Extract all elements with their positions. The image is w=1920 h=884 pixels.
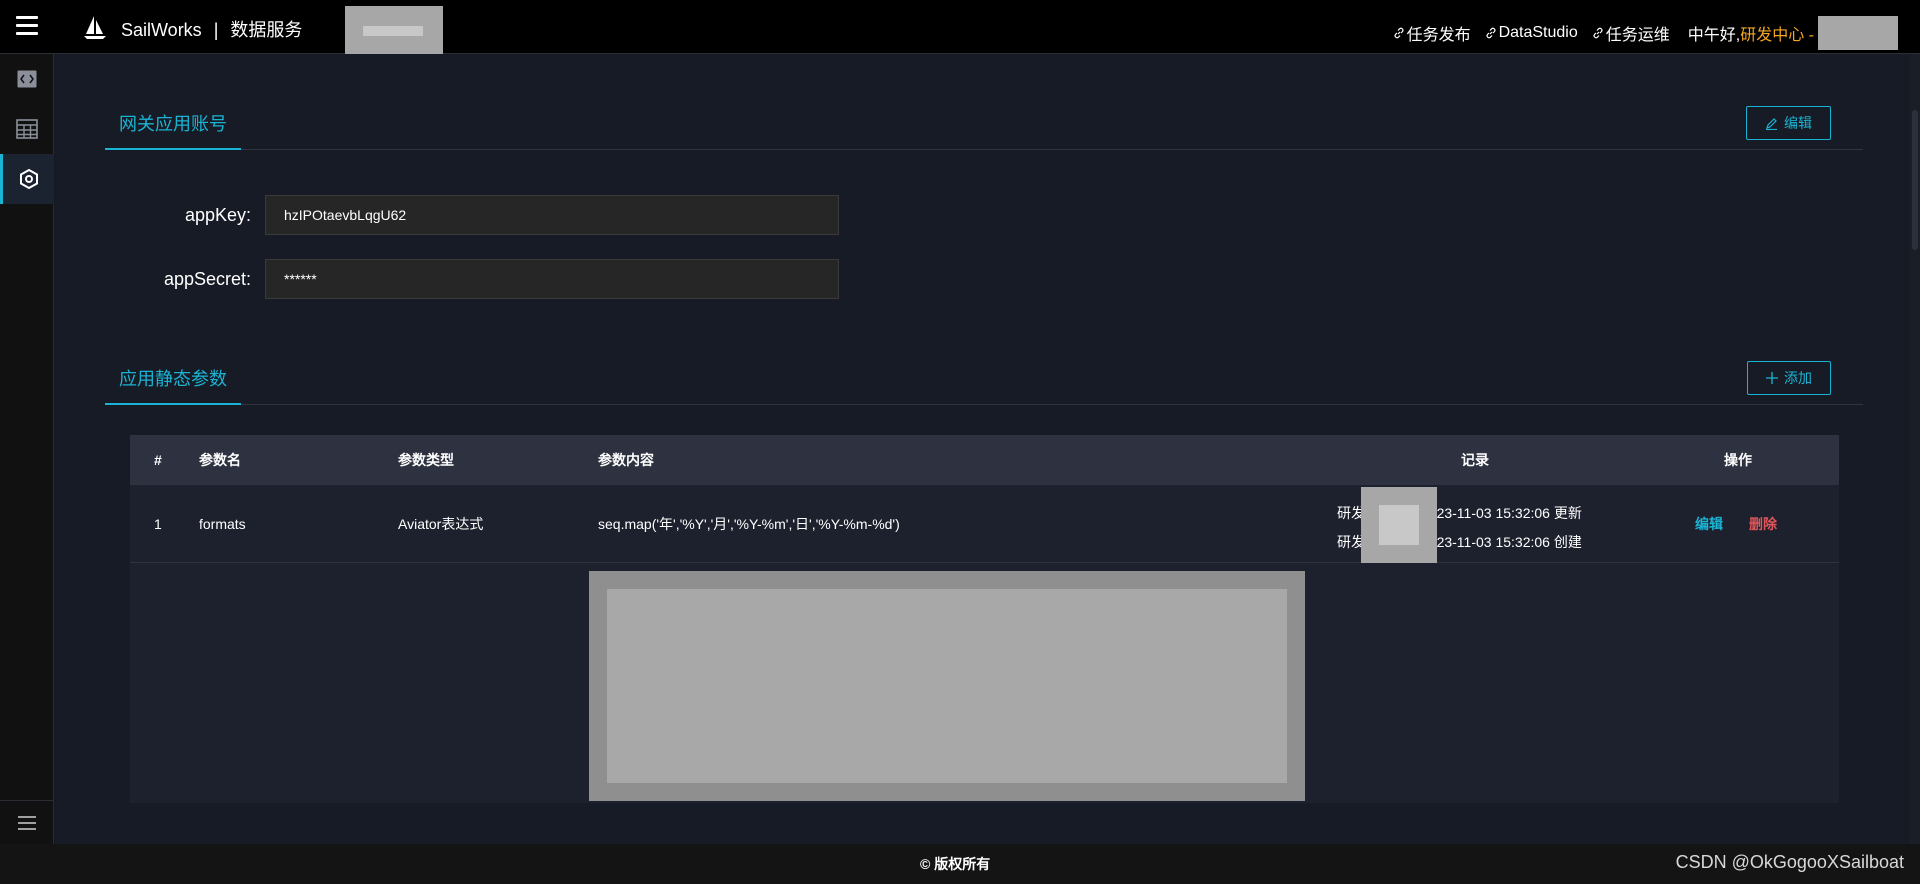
sidebar-collapse-button[interactable]: [0, 800, 54, 844]
top-bar: SailWorks | 数据服务 任务发布 DataStudio 任务运维 中午好,…: [0, 0, 1920, 54]
nav-link-task-ops[interactable]: 任务运维: [1592, 21, 1670, 45]
row-param-content: seq.map('年','%Y','月','%Y-%m','日','%Y-%m-…: [598, 515, 900, 532]
edit-button-label: 编辑: [1784, 115, 1812, 131]
sidebar-item-api[interactable]: [0, 54, 54, 104]
copyright-text: © 版权所有: [920, 856, 991, 872]
table-row: 1 formats Aviator表达式 seq.map('年','%Y','月…: [130, 485, 1839, 563]
brand-separator: |: [213, 20, 219, 40]
sailboat-logo-icon: [84, 16, 106, 39]
row-index: 1: [154, 515, 162, 532]
row-param-name: formats: [199, 515, 246, 532]
plus-icon: [1766, 372, 1778, 384]
link-icon: [1593, 27, 1603, 39]
link-icon: [1486, 27, 1496, 39]
nav-link-datastudio[interactable]: DataStudio: [1485, 24, 1578, 42]
scrollbar-thumb[interactable]: [1912, 110, 1918, 250]
brand-name: SailWorks: [121, 20, 202, 40]
record-updated: 2023-11-03 15:32:06 更新: [1421, 505, 1582, 521]
table-header: # 参数名 参数类型 参数内容 记录 操作: [130, 435, 1839, 485]
nav-link-label: 任务发布: [1406, 27, 1471, 44]
user-department[interactable]: 研发中心 -: [1740, 21, 1814, 45]
top-nav: 任务发布 DataStudio 任务运维 中午好, 研发中心 -: [1393, 16, 1898, 50]
link-icon: [1394, 27, 1404, 39]
app-key-label: appKey:: [184, 204, 251, 225]
sidebar-item-tables[interactable]: [0, 104, 54, 154]
app-key-row: appKey: hzIPOtaevbLqgU62: [105, 195, 905, 235]
edit-icon: [1766, 117, 1777, 130]
redacted-block: [589, 571, 1305, 801]
sidebar: [0, 54, 54, 844]
column-header-actions: 操作: [1724, 452, 1752, 468]
column-header-index: #: [154, 452, 162, 468]
settings-hexagon-icon: [19, 168, 38, 190]
params-section-title[interactable]: 应用静态参数: [105, 361, 241, 405]
column-header-name: 参数名: [199, 452, 241, 468]
add-param-button[interactable]: 添加: [1747, 361, 1831, 395]
row-edit-link[interactable]: 编辑: [1695, 516, 1723, 532]
menu-icon: [18, 815, 36, 830]
app-secret-row: appSecret: ******: [105, 259, 905, 299]
gateway-section-title[interactable]: 网关应用账号: [105, 106, 241, 150]
code-icon: [17, 70, 37, 88]
app-secret-field[interactable]: ******: [265, 259, 839, 299]
brand-title: SailWorks | 数据服务: [121, 16, 302, 42]
app-secret-label: appSecret:: [163, 268, 251, 289]
params-section-header: 应用静态参数 添加: [105, 361, 1863, 405]
service-name: 数据服务: [230, 20, 303, 40]
app-key-field[interactable]: hzIPOtaevbLqgU62: [265, 195, 839, 235]
gateway-edit-button[interactable]: 编辑: [1746, 106, 1831, 140]
menu-icon[interactable]: [16, 16, 38, 35]
nav-link-label: 任务运维: [1605, 27, 1670, 44]
sidebar-item-settings[interactable]: [0, 154, 54, 204]
row-delete-link[interactable]: 删除: [1749, 516, 1777, 532]
redacted-record-user: [1361, 487, 1437, 563]
row-actions: 编辑 删除: [1695, 514, 1777, 534]
greeting-text: 中午好,: [1687, 27, 1741, 44]
nav-link-label: DataStudio: [1498, 24, 1578, 41]
footer: © 版权所有 CSDN @OkGogooXSailboat: [0, 844, 1920, 884]
redacted-user: [1818, 16, 1898, 50]
gateway-section-header: 网关应用账号 编辑: [105, 106, 1863, 150]
column-header-content: 参数内容: [598, 452, 654, 468]
redacted-block: [345, 6, 443, 54]
record-created: 2023-11-03 15:32:06 创建: [1421, 534, 1582, 550]
add-button-label: 添加: [1784, 370, 1812, 386]
watermark-text: CSDN @OkGogooXSailboat: [1675, 852, 1904, 872]
table-body-empty-area: [130, 563, 1839, 803]
params-table: # 参数名 参数类型 参数内容 记录 操作 1 formats Aviator表…: [130, 435, 1839, 803]
nav-link-task-publish[interactable]: 任务发布: [1393, 21, 1471, 45]
scrollbar[interactable]: [1910, 54, 1920, 844]
row-param-type: Aviator表达式: [398, 515, 484, 532]
column-header-type: 参数类型: [398, 452, 454, 468]
table-icon: [16, 119, 38, 139]
column-header-record: 记录: [1461, 452, 1489, 468]
